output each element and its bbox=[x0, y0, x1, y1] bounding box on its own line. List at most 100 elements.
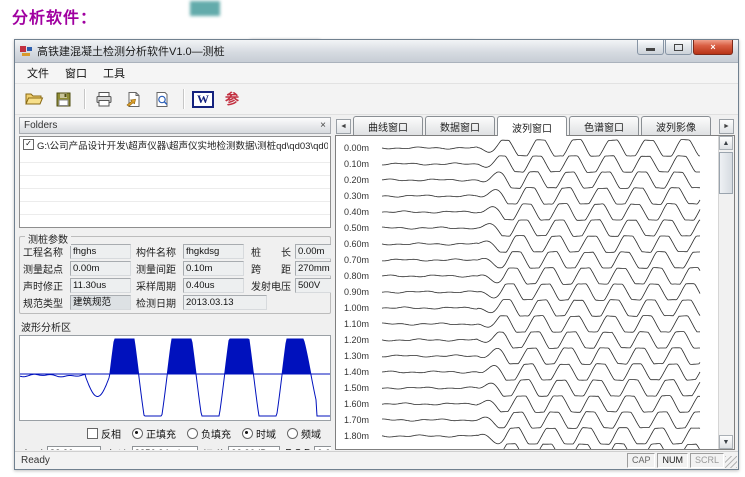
folder-path: G:\公司产品设计开发\超声仪器\超声仪实地检测数据\测桩qd\qd03\qd0… bbox=[37, 138, 328, 152]
vertical-scrollbar[interactable]: ▲ ▼ bbox=[718, 136, 734, 449]
tab-1[interactable]: 曲线窗口 bbox=[353, 116, 423, 135]
time-domain-radio[interactable] bbox=[242, 428, 253, 439]
param-row: 工程名称fhghs构件名称fhgkdsg桩 长0.00m bbox=[23, 244, 327, 259]
folders-list[interactable]: ✓ G:\公司产品设计开发\超声仪器\超声仪实地检测数据\测桩qd\qd03\q… bbox=[19, 136, 331, 228]
parameters-button[interactable]: 参 bbox=[219, 86, 245, 112]
fill-negative-radio[interactable] bbox=[187, 428, 198, 439]
param-value[interactable]: 0.40us bbox=[183, 278, 244, 293]
param-value[interactable]: fhgkdsg bbox=[183, 244, 244, 259]
fill-negative-option[interactable]: 负填充 bbox=[187, 426, 231, 441]
reading-value[interactable]: 3256.94m/s bbox=[132, 446, 198, 450]
params-char-icon: 参 bbox=[225, 89, 239, 109]
reading-value[interactable]: 82.90us bbox=[47, 446, 101, 450]
toolbar-separator bbox=[183, 89, 185, 109]
param-value[interactable]: 0.00m bbox=[295, 244, 331, 259]
desktop-remnant bbox=[190, 1, 220, 16]
time-domain-option[interactable]: 时域 bbox=[242, 426, 276, 441]
invert-checkbox[interactable] bbox=[87, 428, 98, 439]
reading-value[interactable]: 93.90dB bbox=[228, 446, 280, 450]
depth-label: 0.30m bbox=[344, 191, 380, 201]
open-folder-icon bbox=[24, 91, 44, 108]
save-icon bbox=[55, 91, 72, 108]
depth-label: 0.50m bbox=[344, 223, 380, 233]
tab-3[interactable]: 波列窗口 bbox=[497, 116, 567, 136]
freq-domain-label: 频域 bbox=[301, 426, 321, 441]
save-button[interactable] bbox=[50, 86, 76, 112]
app-window: 高铁建混凝土检测分析软件V1.0—测桩 × 文件窗口工具 bbox=[14, 39, 739, 470]
folders-close-button[interactable]: × bbox=[320, 121, 326, 131]
depth-label: 0.40m bbox=[344, 207, 380, 217]
scroll-up-icon[interactable]: ▲ bbox=[719, 136, 733, 150]
time-domain-label: 时域 bbox=[256, 426, 276, 441]
minimize-icon bbox=[646, 48, 655, 51]
param-value[interactable]: 建筑规范 bbox=[70, 295, 131, 310]
depth-label: 1.20m bbox=[344, 335, 380, 345]
minimize-button[interactable] bbox=[637, 40, 664, 55]
status-text: Ready bbox=[15, 455, 50, 466]
param-value[interactable]: 0.00m bbox=[70, 261, 131, 276]
scrollbar-thumb[interactable] bbox=[719, 152, 733, 194]
desktop-remnant-bottom bbox=[18, 469, 734, 476]
depth-label: 1.30m bbox=[344, 351, 380, 361]
freq-domain-option[interactable]: 频域 bbox=[287, 426, 321, 441]
open-file-button[interactable] bbox=[21, 86, 47, 112]
export-button[interactable] bbox=[120, 86, 146, 112]
freq-domain-radio[interactable] bbox=[287, 428, 298, 439]
depth-label: 0.70m bbox=[344, 255, 380, 265]
window-title: 高铁建混凝土检测分析软件V1.0—测桩 bbox=[37, 43, 225, 59]
depth-label: 1.00m bbox=[344, 303, 380, 313]
window-titlebar[interactable]: 高铁建混凝土检测分析软件V1.0—测桩 × bbox=[15, 40, 738, 63]
app-icon bbox=[19, 44, 33, 58]
depth-label: 0.20m bbox=[344, 175, 380, 185]
param-label: 工程名称 bbox=[23, 244, 70, 259]
tab-4[interactable]: 色谱窗口 bbox=[569, 116, 639, 135]
print-preview-button[interactable] bbox=[149, 86, 175, 112]
status-scrl: SCRL bbox=[690, 453, 724, 468]
scroll-down-icon[interactable]: ▼ bbox=[719, 435, 733, 449]
param-grid: 工程名称fhghs构件名称fhgkdsg桩 长0.00m测量起点0.00m测量间… bbox=[23, 244, 327, 310]
tab-scroll-left-button[interactable]: ◄ bbox=[336, 119, 351, 134]
param-label: 测量间距 bbox=[136, 261, 183, 276]
reading-label: 幅 值 bbox=[203, 446, 226, 450]
reading-value[interactable]: 0.00us^2/m bbox=[314, 446, 331, 450]
param-value[interactable]: 0.10m bbox=[183, 261, 244, 276]
tab-5[interactable]: 波列影像 bbox=[641, 116, 711, 135]
depth-label: 1.40m bbox=[344, 367, 380, 377]
wave-train-view[interactable]: 0.00m0.10m0.20m0.30m0.40m0.50m0.60m0.70m… bbox=[335, 135, 735, 450]
folders-title: Folders bbox=[24, 120, 57, 131]
word-export-button[interactable]: W bbox=[190, 86, 216, 112]
status-num: NUM bbox=[657, 453, 688, 468]
menu-item-3[interactable]: 工具 bbox=[95, 63, 133, 83]
param-value[interactable]: 11.30us bbox=[70, 278, 131, 293]
tabs: 曲线窗口数据窗口波列窗口色谱窗口波列影像 bbox=[353, 116, 713, 135]
group-title: 测桩参数 bbox=[25, 231, 71, 246]
param-label: 发射电压 bbox=[251, 278, 295, 293]
folder-item[interactable]: ✓ G:\公司产品设计开发\超声仪器\超声仪实地检测数据\测桩qd\qd03\q… bbox=[20, 137, 330, 151]
status-bar: Ready CAPNUMSCRL bbox=[15, 451, 738, 469]
maximize-button[interactable] bbox=[665, 40, 692, 55]
toolbar: W 参 bbox=[15, 84, 738, 115]
fill-positive-option[interactable]: 正填充 bbox=[132, 426, 176, 441]
folder-checkbox-checked[interactable]: ✓ bbox=[23, 139, 34, 150]
menu-item-2[interactable]: 窗口 bbox=[57, 63, 95, 83]
param-value[interactable]: 2013.03.13 bbox=[183, 295, 267, 310]
invert-option[interactable]: 反相 bbox=[87, 426, 121, 441]
waveform-analysis-box[interactable] bbox=[19, 335, 331, 421]
param-label: 构件名称 bbox=[136, 244, 183, 259]
tab-2[interactable]: 数据窗口 bbox=[425, 116, 495, 135]
param-value[interactable]: 270mm bbox=[295, 261, 331, 276]
tab-scroll-right-button[interactable]: ► bbox=[719, 119, 734, 134]
left-panel: Folders × ✓ G:\公司产品设计开发\超声仪器\超声仪实地检测数据\测… bbox=[19, 117, 331, 450]
resize-grip-icon[interactable] bbox=[725, 456, 737, 468]
menu-bar: 文件窗口工具 bbox=[15, 63, 738, 84]
close-button[interactable]: × bbox=[693, 40, 733, 55]
depth-label: 1.60m bbox=[344, 399, 380, 409]
tab-strip: ◄ 曲线窗口数据窗口波列窗口色谱窗口波列影像 ► bbox=[335, 117, 735, 135]
param-label: 桩 长 bbox=[251, 244, 295, 259]
print-button[interactable] bbox=[91, 86, 117, 112]
fill-positive-radio[interactable] bbox=[132, 428, 143, 439]
invert-label: 反相 bbox=[101, 426, 121, 441]
menu-item-1[interactable]: 文件 bbox=[19, 63, 57, 83]
param-value[interactable]: 500V bbox=[295, 278, 331, 293]
param-value[interactable]: fhghs bbox=[70, 244, 131, 259]
